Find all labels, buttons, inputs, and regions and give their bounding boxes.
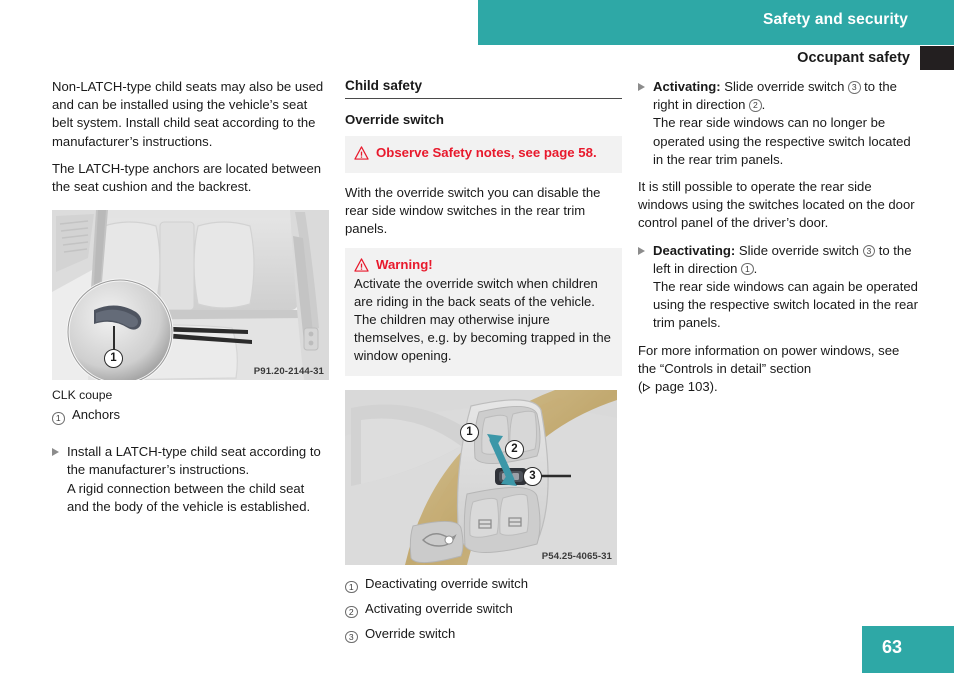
figure-door-panel-graphic — [345, 389, 617, 565]
triangle-bullet-icon — [638, 242, 653, 255]
figure2-code: P54.25-4065-31 — [541, 550, 612, 562]
left-paragraph-1: Non-LATCH-type child seats may also be u… — [52, 79, 324, 149]
right-paragraph-1: It is still possible to operate the rear… — [638, 179, 915, 231]
left-bullet-followup: A rigid connection between the child sea… — [67, 480, 311, 514]
legend-label: Anchors — [72, 407, 121, 423]
left-paragraph-2: The LATCH-type anchors are located betwe… — [52, 160, 322, 195]
legend-marker: 3 — [345, 625, 365, 646]
circled-number-ref: 3 — [862, 244, 876, 258]
section-title: Occupant safety — [797, 50, 910, 66]
figure1-caption: CLK coupe — [52, 388, 113, 403]
figure2-callout-1: 1 — [460, 422, 479, 442]
warning-box-body: Activate the override switch when childr… — [354, 275, 611, 364]
column-left: Non-LATCH-type child seats may also be u… — [52, 78, 329, 525]
footer-page-box — [862, 626, 954, 673]
circled-number: 1 — [345, 580, 358, 594]
left-bullet-text: Install a LATCH-type child seat accordin… — [67, 443, 329, 516]
header-banner-title: Safety and security — [763, 11, 908, 28]
bullet-activating-text: Activating: Slide override switch 3 to t… — [653, 78, 921, 169]
safety-note-title: Observe Safety notes, see page 58. — [376, 145, 597, 160]
page-reference-icon — [643, 383, 651, 392]
figure2-callout-2: 2 — [505, 439, 524, 459]
figure2-callout-3: 3 — [523, 466, 542, 486]
right-paragraph-2-text: For more information on power windows, s… — [638, 342, 900, 376]
bullet-activating-text-c: . — [761, 97, 766, 113]
heading-override-switch: Override switch — [345, 112, 444, 127]
legend-item: 2 Activating override switch — [345, 600, 622, 621]
middle-paragraph-1: With the override switch you can disable… — [345, 185, 601, 237]
circled-number: 3 — [345, 630, 358, 644]
circled-number-ref: 1 — [741, 262, 754, 276]
figure-rear-seat-anchors: 1 P91.20-2144-31 — [52, 210, 329, 381]
figure-door-control-panel: 1 2 3 P54.25-4065-31 — [345, 389, 617, 565]
triangle-bullet-icon — [52, 443, 67, 457]
safety-note-box: Observe Safety notes, see page 58. — [345, 136, 622, 173]
page-cross-reference-label: page 103). — [655, 379, 718, 395]
legend-label: Deactivating override switch — [365, 575, 529, 591]
warning-triangle-icon — [354, 146, 369, 160]
right-paragraph-2: For more information on power windows, s… — [638, 342, 921, 397]
legend-marker: 1 — [52, 406, 72, 427]
warning-box: Warning! Activate the override switch wh… — [345, 247, 622, 376]
legend-item: 3 Override switch — [345, 625, 622, 646]
warning-triangle-icon — [354, 257, 369, 272]
bullet-deactivating-lead: Deactivating: — [653, 242, 736, 258]
warning-box-title: Warning! — [376, 256, 433, 272]
bullet-deactivating-text: Deactivating: Slide override switch 3 to… — [653, 242, 921, 333]
left-bullet-install-seat: Install a LATCH-type child seat accordin… — [52, 443, 329, 516]
left-bullet-main: Install a LATCH-type child seat accordin… — [67, 444, 321, 478]
figure1-legend-row: 1 Anchors — [52, 406, 329, 427]
legend-item: 1 Deactivating override switch — [345, 575, 622, 596]
column-right: Activating: Slide override switch 3 to t… — [638, 78, 921, 396]
safety-note-header: Observe Safety notes, see page 58. — [354, 144, 612, 161]
bullet-deactivating-text-a: Slide override switch — [735, 242, 863, 258]
bullet-activating: Activating: Slide override switch 3 to t… — [638, 78, 921, 169]
section-marker-tab — [920, 46, 954, 70]
header-banner: Safety and security — [478, 0, 954, 45]
figure2-legend: 1 Deactivating override switch 2 Activat… — [345, 575, 622, 646]
page-number: 63 — [882, 637, 903, 657]
warning-box-header: Warning! — [354, 256, 612, 273]
heading-child-safety: Child safety — [345, 78, 622, 99]
legend-marker: 1 — [345, 575, 365, 596]
legend-label: Activating override switch — [365, 600, 513, 616]
legend-marker: 2 — [345, 600, 365, 621]
bullet-deactivating-followup: The rear side windows can again be opera… — [653, 279, 918, 331]
manual-page: Safety and security Occupant safety Non-… — [0, 0, 954, 673]
bullet-activating-lead: Activating: — [653, 79, 721, 94]
bullet-deactivating-text-c: . — [753, 260, 758, 276]
column-middle: Child safety Override switch Observe Saf… — [345, 78, 622, 650]
legend-label: Override switch — [365, 625, 456, 641]
bullet-activating-followup: The rear side windows can no longer be o… — [653, 115, 911, 167]
figure-rear-seat-graphic — [52, 210, 329, 381]
triangle-bullet-icon — [638, 78, 653, 91]
circled-number-ref: 3 — [848, 81, 861, 94]
circled-number: 1 — [52, 412, 65, 425]
figure1-code: P91.20-2144-31 — [253, 366, 324, 378]
circled-number-ref: 2 — [749, 99, 762, 112]
bullet-deactivating: Deactivating: Slide override switch 3 to… — [638, 242, 921, 333]
circled-number: 2 — [345, 605, 358, 619]
bullet-activating-text-a: Slide override switch — [720, 79, 849, 94]
page-cross-reference: ( page 103). — [638, 379, 718, 395]
